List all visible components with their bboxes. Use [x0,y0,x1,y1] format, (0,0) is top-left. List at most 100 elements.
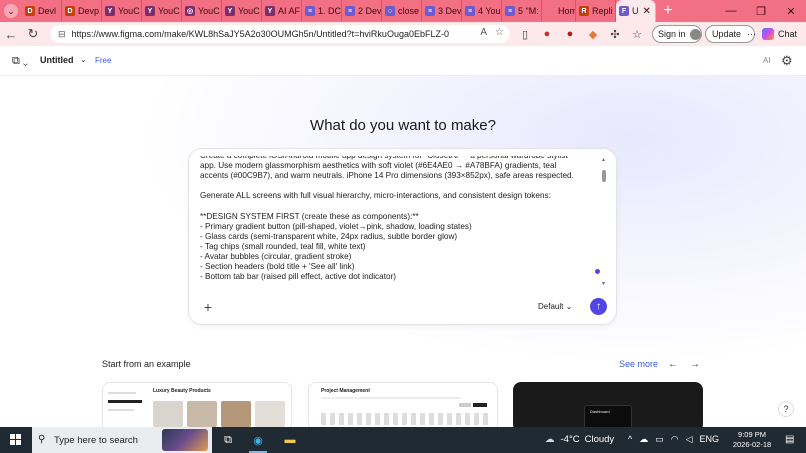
favorites-icon[interactable]: ☆ [630,25,644,43]
file-menu-chevron-icon[interactable]: ⌄ [80,55,87,64]
cloud-sync-icon[interactable]: ☁ [639,434,648,445]
calendar-grid [321,413,491,425]
close-tab-icon[interactable]: ✕ [643,6,651,17]
volume-icon[interactable]: ◁ [686,434,693,445]
settings-gear-icon[interactable]: ⚙ [781,53,793,69]
tab-label: YouC [238,6,260,16]
file-explorer-icon[interactable]: ▬ [282,432,298,448]
language-indicator[interactable]: ENG [700,434,720,445]
tab-favicon-icon: ≡ [505,6,515,16]
clock[interactable]: 9:09 PM 2026-02-18 [732,430,772,450]
prompt-textarea[interactable]: Create a complete iOS/Android mobile app… [200,156,600,286]
show-hidden-icons-icon[interactable]: ^ [628,434,632,445]
tab-favicon-icon: Y [225,6,235,16]
tab-favicon-icon: R [579,6,589,16]
browser-tab[interactable]: ≡ 2 Dev [342,0,382,22]
browser-tab[interactable]: Y YouC [222,0,262,22]
notifications-icon[interactable]: ▤ [785,434,794,445]
scroll-down-icon[interactable]: ▼ [601,281,606,287]
browser-tab[interactable]: D Devl [22,0,62,22]
product-image [153,401,183,427]
example-card-beauty[interactable]: Luxury Beauty Products [102,382,292,432]
tab-favicon-icon: ○ [385,6,395,16]
file-name[interactable]: Untitled [40,55,74,65]
help-button[interactable]: ? [778,401,794,417]
model-selector[interactable]: Default ⌄ [538,302,572,311]
tab-label: 5 "M: [518,6,539,16]
see-more-link[interactable]: See more [619,359,658,369]
close-window-icon[interactable]: ✕ [776,5,806,18]
restore-icon[interactable]: ❐ [746,5,776,18]
next-arrow-icon[interactable]: → [688,357,702,371]
browser-tab[interactable]: Y YouC [142,0,182,22]
url-field[interactable]: ⊟ https://www.figma.com/make/KWL8hSaJY5A… [50,25,510,43]
tab-label: close [398,6,420,16]
prompt-line: - Primary gradient button (pill-shaped, … [200,221,472,231]
tab-favicon-icon [545,6,555,16]
tab-favicon-icon: ◎ [185,6,195,16]
prompt-line: **DESIGN SYSTEM FIRST (create these as c… [200,211,419,221]
windows-start-icon[interactable] [10,434,22,446]
favorite-star-icon[interactable]: ☆ [495,27,504,38]
browser-tab[interactable]: ≡ 3 Dev [422,0,462,22]
copilot-chat-button[interactable]: Chat [762,25,797,43]
update-button[interactable]: Update ··· [705,25,757,43]
search-icon: ⚲ [38,434,46,445]
wifi-icon[interactable]: ◠ [671,434,679,445]
prompt-scrollbar[interactable]: ▲ ▼ [601,157,607,287]
cloud-icon: ☁ [545,434,555,445]
browser-tab[interactable]: Home [542,0,576,22]
more-menu-icon: ··· [747,29,757,39]
opera-extension-icon[interactable]: ● [540,25,554,43]
browser-tab[interactable]: Y AI AF [262,0,302,22]
sign-in-button[interactable]: Sign in [652,25,702,43]
back-button[interactable]: ← [0,23,22,45]
browser-tab[interactable]: ≡ 1. DC [302,0,342,22]
extensions-puzzle-icon[interactable]: ✣ [608,25,622,43]
add-attachment-button[interactable]: + [200,299,216,315]
product-image [221,401,251,427]
phone-icon[interactable]: ▯ [518,25,532,43]
tomato-extension-icon[interactable]: ● [563,25,577,43]
page-title: What do you want to make? [310,117,496,134]
browser-tab[interactable]: R Repli [576,0,616,22]
example-card-dashboard[interactable]: Dashboard [513,382,703,432]
chevron-down-icon: ⌄ [565,302,573,311]
browser-tab[interactable]: D Devp [62,0,102,22]
scroll-thumb[interactable] [602,170,606,182]
taskbar-search-box[interactable]: ⚲ Type here to search [32,427,212,453]
metamask-extension-icon[interactable]: ◆ [586,25,600,43]
arrow-up-icon: ↑ [596,301,601,312]
weather-widget[interactable]: ☁ -4°C Cloudy [545,434,614,445]
avatar [689,28,701,40]
browser-tab[interactable]: F U ✕ [616,0,656,22]
edge-browser-icon[interactable]: ◉ [250,432,266,448]
prev-arrow-icon[interactable]: ← [666,357,680,371]
browser-tab[interactable]: Y YouC [102,0,142,22]
task-view-icon[interactable]: ⧉ [220,432,236,448]
browser-tab[interactable]: ≡ 4 You [462,0,502,22]
prompt-line: - Tag chips (small rounded, teal fill, w… [200,241,366,251]
browser-tab[interactable]: ○ close [382,0,422,22]
prompt-box[interactable]: Create a complete iOS/Android mobile app… [188,148,617,325]
plan-badge: Free [95,56,112,65]
site-info-icon[interactable]: ⊟ [58,29,66,40]
example-card-project[interactable]: Project Management [308,382,498,432]
new-tab-button[interactable]: + [656,2,680,20]
tab-label: YouC [158,6,180,16]
prompt-line: Generate ALL screens with full visual hi… [200,191,551,201]
card-title: Dashboard [590,409,610,414]
figma-menu-icon[interactable]: ⧉ ⌄ [12,55,28,68]
send-button[interactable]: ↑ [590,298,607,315]
scroll-up-icon[interactable]: ▲ [601,157,606,163]
tab-favicon-icon: Y [265,6,275,16]
reload-button[interactable]: ↻ [22,23,44,45]
browser-tab[interactable]: ◎ YouC [182,0,222,22]
minimize-icon[interactable]: — [716,5,746,17]
onedrive-icon[interactable]: ▭ [655,434,664,445]
ai-label: AI [763,56,771,65]
read-aloud-icon[interactable]: A [480,27,487,38]
card-title: Luxury Beauty Products [153,388,211,394]
tab-actions-menu[interactable]: ⌄ [0,0,22,22]
browser-tab[interactable]: ≡ 5 "M: [502,0,542,22]
